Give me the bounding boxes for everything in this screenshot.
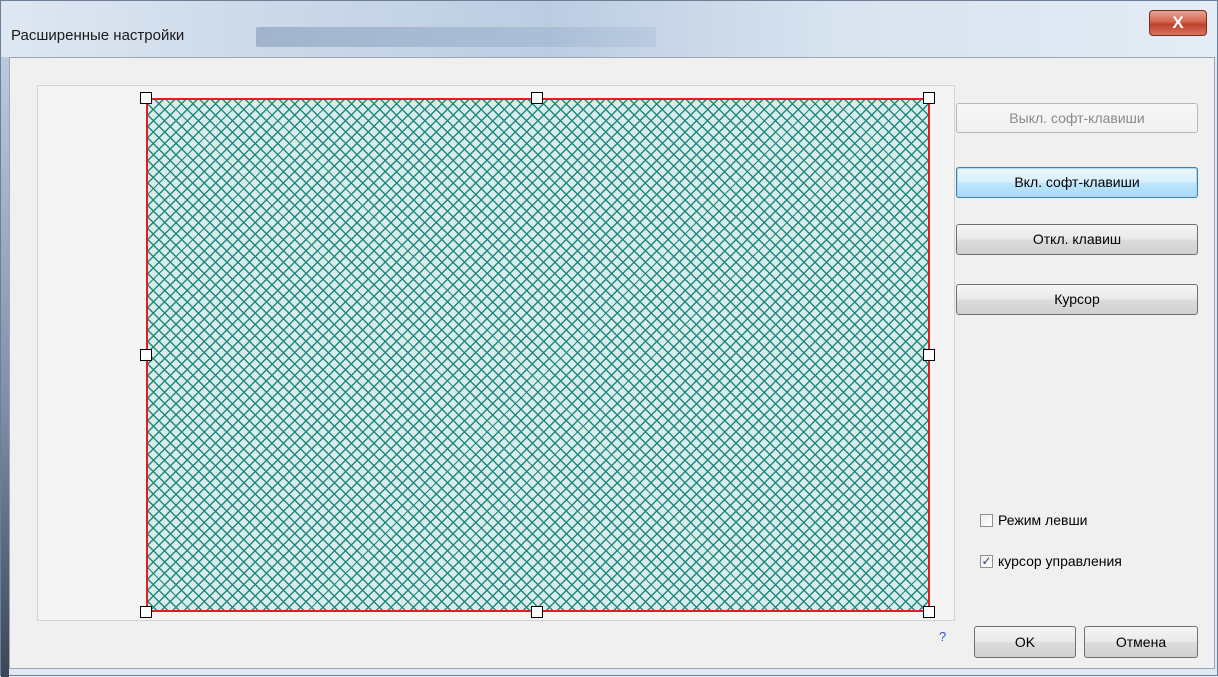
disable-keys-button[interactable]: Откл. клавиш bbox=[956, 224, 1198, 255]
window-left-edge bbox=[1, 1, 9, 677]
screen-area-selection[interactable] bbox=[146, 98, 930, 612]
soft-keys-off-button[interactable]: Выкл. софт-клавиши bbox=[956, 103, 1198, 133]
cancel-button[interactable]: Отмена bbox=[1084, 626, 1198, 658]
close-icon: X bbox=[1172, 13, 1184, 32]
title-bar[interactable]: Расширенные настройки X bbox=[1, 1, 1217, 57]
resize-handle-bottom[interactable] bbox=[531, 606, 543, 618]
close-button[interactable]: X bbox=[1149, 10, 1207, 36]
soft-keys-on-button[interactable]: Вкл. софт-клавиши bbox=[956, 167, 1198, 198]
resize-handle-bottom-left[interactable] bbox=[140, 606, 152, 618]
resize-handle-bottom-right[interactable] bbox=[923, 606, 935, 618]
background-window-blur bbox=[256, 27, 656, 47]
resize-handle-left[interactable] bbox=[140, 349, 152, 361]
window-title: Расширенные настройки bbox=[11, 27, 185, 44]
ok-button[interactable]: OK bbox=[974, 626, 1076, 658]
resize-handle-top[interactable] bbox=[531, 92, 543, 104]
resize-handle-top-right[interactable] bbox=[923, 92, 935, 104]
resize-handle-right[interactable] bbox=[923, 349, 935, 361]
control-cursor-checkbox[interactable]: ✓ bbox=[980, 554, 993, 568]
dialog-window: Расширенные настройки X Выкл. софт-клави… bbox=[0, 0, 1218, 677]
control-cursor-option[interactable]: ✓ курсор управления bbox=[980, 553, 1122, 569]
left-hand-mode-checkbox[interactable] bbox=[980, 513, 993, 527]
left-hand-mode-label: Режим левши bbox=[998, 512, 1088, 528]
cursor-button[interactable]: Курсор bbox=[956, 284, 1198, 315]
left-hand-mode-option[interactable]: Режим левши bbox=[980, 512, 1088, 528]
control-cursor-label: курсор управления bbox=[998, 553, 1122, 569]
help-link[interactable]: ? bbox=[939, 629, 946, 644]
resize-handle-top-left[interactable] bbox=[140, 92, 152, 104]
